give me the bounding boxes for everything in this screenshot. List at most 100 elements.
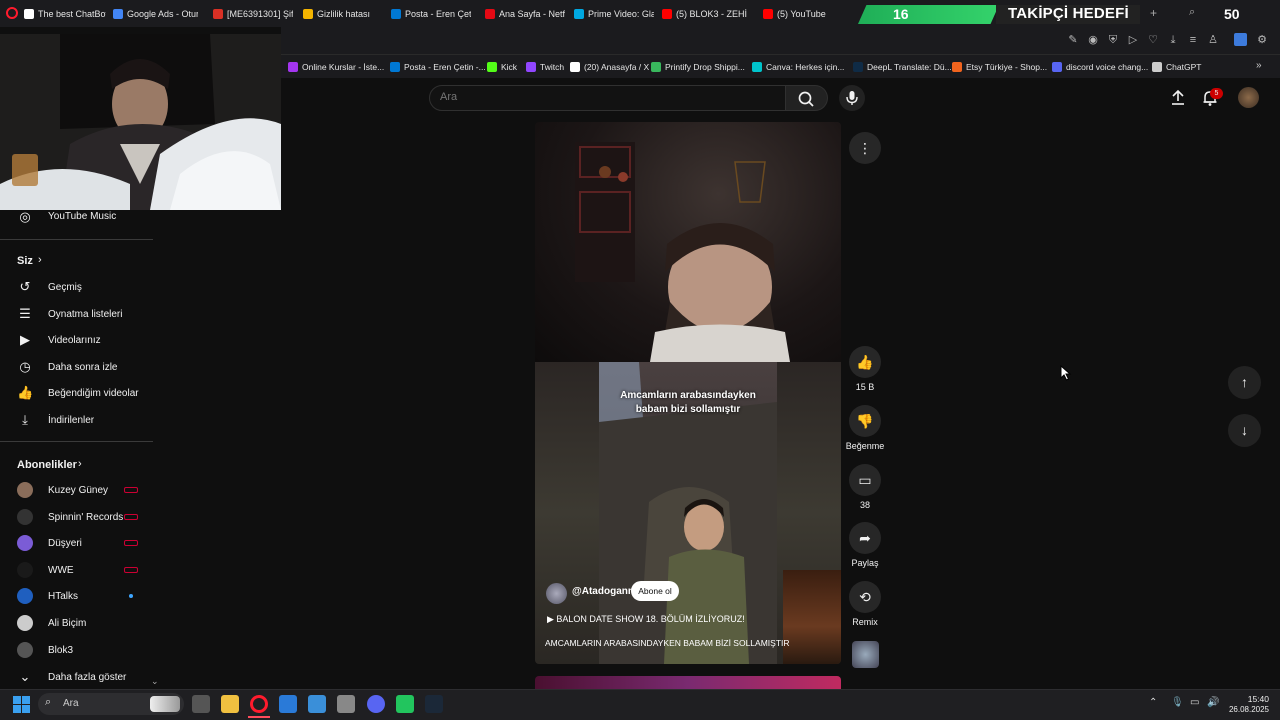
short-video-player[interactable]: Amcamların arabasındayken babam bizi sol… bbox=[535, 122, 841, 664]
tab[interactable]: Ana Sayfa - Netflix bbox=[485, 4, 565, 23]
sidebar-item[interactable]: ⤓ İndirilenler bbox=[0, 408, 160, 432]
sidebar-heading-you[interactable]: Siz › bbox=[0, 252, 160, 270]
bookmark[interactable]: discord voice chang... bbox=[1052, 60, 1148, 73]
show-hidden-icons-icon[interactable]: ⌃ bbox=[1149, 697, 1157, 708]
bookmark[interactable]: Online Kurslar - İste... bbox=[288, 60, 384, 73]
tab[interactable]: (5) YouTube bbox=[763, 4, 833, 23]
next-short-button[interactable]: ↓ bbox=[1228, 414, 1261, 447]
subscription-item[interactable]: Ali Biçim bbox=[0, 611, 160, 635]
bookmark[interactable]: Posta - Eren Çetin -... bbox=[390, 60, 486, 73]
windows-start-icon[interactable] bbox=[13, 696, 30, 713]
bookmark[interactable]: Printify Drop Shippi... bbox=[651, 60, 745, 73]
taskbar-search[interactable]: ⌕ Ara bbox=[38, 693, 184, 715]
sidebar-item-label: Beğendiğim videolar bbox=[48, 388, 139, 400]
sidebar-item[interactable]: 👍 Beğendiğim videolar bbox=[0, 381, 160, 405]
channel-handle[interactable]: @Atadogann bbox=[572, 586, 634, 597]
voice-search-button[interactable] bbox=[839, 85, 865, 111]
shield-icon[interactable]: ⛨ bbox=[1107, 34, 1119, 46]
bookmark[interactable]: Kick bbox=[487, 60, 517, 73]
channel-avatar[interactable] bbox=[546, 583, 567, 604]
microsoft-store-icon[interactable] bbox=[279, 695, 297, 713]
bookmark[interactable]: (20) Anasayfa / X bbox=[570, 60, 649, 73]
sidebar-item[interactable]: ◷ Daha sonra izle bbox=[0, 355, 160, 379]
next-short-preview[interactable] bbox=[535, 676, 841, 689]
sidebar-heading-subscriptions[interactable]: Abonelikler › bbox=[0, 455, 160, 473]
file-explorer-icon[interactable] bbox=[221, 695, 239, 713]
tab[interactable]: Posta - Eren Çetin bbox=[391, 4, 471, 23]
subscription-item[interactable]: WWE bbox=[0, 558, 160, 582]
live-indicator-icon bbox=[124, 487, 138, 493]
search-button[interactable] bbox=[786, 85, 828, 111]
tab[interactable]: [ME6391301] Şifre bbox=[213, 4, 293, 23]
bookmark[interactable]: Etsy Türkiye - Shop... bbox=[952, 60, 1047, 73]
sidebar-item[interactable]: ↺ Geçmiş bbox=[0, 275, 160, 299]
arrow-up-icon: ↑ bbox=[1241, 374, 1248, 390]
comments-button[interactable]: ▭ bbox=[849, 464, 881, 496]
subscription-label: Kuzey Güney bbox=[48, 485, 109, 496]
streaming-app-icon[interactable] bbox=[396, 695, 414, 713]
search-input[interactable] bbox=[440, 91, 760, 103]
search-icon bbox=[798, 91, 814, 107]
create-upload-button[interactable] bbox=[1168, 88, 1188, 108]
steam-icon[interactable] bbox=[425, 695, 443, 713]
heart-icon[interactable]: ♡ bbox=[1147, 34, 1159, 46]
previous-short-button[interactable]: ↑ bbox=[1228, 366, 1261, 399]
opera-taskbar-icon[interactable] bbox=[250, 695, 268, 713]
discord-icon[interactable] bbox=[367, 695, 385, 713]
download-icon[interactable]: ⤓ bbox=[1167, 34, 1179, 46]
bookmark[interactable]: Twitch bbox=[526, 60, 564, 73]
sidebar-item[interactable]: ▶ Videolarınız bbox=[0, 328, 160, 352]
tab-label: (5) YouTube bbox=[777, 8, 826, 19]
more-options-button[interactable]: ⋮ bbox=[849, 132, 881, 164]
settings-icon[interactable]: ⚙ bbox=[1256, 34, 1268, 46]
clock-date[interactable]: 26.08.2025 bbox=[1219, 705, 1269, 714]
sidebar-item[interactable]: ☰ Oynatma listeleri bbox=[0, 302, 160, 326]
subscription-item[interactable]: Spinnin' Records bbox=[0, 505, 160, 529]
app-icon[interactable] bbox=[308, 695, 326, 713]
share-button[interactable]: ➦ bbox=[849, 522, 881, 554]
tab[interactable]: Prime Video: Glady bbox=[574, 4, 654, 23]
subscription-item[interactable]: Blok3 bbox=[0, 638, 160, 662]
tab[interactable]: The best ChatBot a bbox=[24, 4, 106, 23]
extension-icon[interactable] bbox=[1234, 33, 1247, 46]
task-view-icon[interactable] bbox=[192, 695, 210, 713]
bookmark[interactable]: DeepL Translate: Dü... bbox=[853, 60, 952, 73]
edit-icon[interactable]: ✎ bbox=[1067, 34, 1079, 46]
tab[interactable]: Gizlilik hatası bbox=[303, 4, 383, 23]
sidebar-heading-label: Siz bbox=[17, 255, 33, 267]
scroll-down-arrow-icon[interactable]: ⌄ bbox=[151, 676, 159, 687]
settings-app-icon[interactable] bbox=[337, 695, 355, 713]
opera-logo-icon[interactable] bbox=[6, 7, 18, 19]
subscribe-button[interactable]: Abone ol bbox=[631, 581, 679, 601]
menu-icon[interactable]: ≡ bbox=[1187, 34, 1199, 46]
video-title[interactable]: ▶ BALON DATE SHOW 18. BÖLÜM İZLİYORUZ! bbox=[547, 614, 745, 625]
account-avatar[interactable] bbox=[1238, 87, 1259, 108]
bookmark-label: Etsy Türkiye - Shop... bbox=[966, 61, 1048, 72]
sound-thumbnail[interactable] bbox=[852, 641, 879, 668]
more-bookmarks-icon[interactable]: » bbox=[1256, 60, 1262, 71]
remix-button[interactable]: ⟲ bbox=[849, 581, 881, 613]
comment-count: 38 bbox=[859, 500, 870, 510]
volume-icon[interactable]: 🔊 bbox=[1207, 697, 1219, 708]
play-icon[interactable]: ▷ bbox=[1127, 34, 1139, 46]
clock-time[interactable]: 15:40 bbox=[1225, 694, 1269, 704]
camera-icon[interactable]: ◉ bbox=[1087, 34, 1099, 46]
like-button[interactable]: 👍 bbox=[849, 346, 881, 378]
bookmark[interactable]: Canva: Herkes için... bbox=[752, 60, 844, 73]
search-tabs-icon[interactable]: ⌕ bbox=[1189, 6, 1195, 19]
sidebar-show-more[interactable]: ⌄ Daha fazla göster bbox=[0, 665, 160, 689]
bookmark[interactable]: ChatGPT bbox=[1152, 60, 1201, 73]
network-icon[interactable]: ▭ bbox=[1190, 697, 1199, 708]
sidebar-item-youtube-music[interactable]: ◎ YouTube Music bbox=[0, 205, 160, 229]
tab[interactable]: Google Ads - Otura bbox=[113, 4, 198, 23]
video-description[interactable]: AMCAMLARIN ARABASINDAYKEN BABAM BİZİ SOL… bbox=[545, 638, 790, 648]
profile-icon[interactable]: ♙ bbox=[1207, 34, 1219, 46]
dislike-button[interactable]: 👎 bbox=[849, 405, 881, 437]
subscription-item[interactable]: HTalks bbox=[0, 584, 160, 608]
subscription-item[interactable]: Düşyeri bbox=[0, 531, 160, 555]
microphone-tray-icon[interactable]: 🎙 bbox=[1171, 697, 1184, 708]
new-tab-icon[interactable]: + bbox=[1150, 6, 1157, 20]
subscription-item[interactable]: Kuzey Güney bbox=[0, 478, 160, 502]
bookmark-favicon-icon bbox=[288, 61, 298, 72]
tab[interactable]: (5) BLOK3 - ZEHİRL bbox=[662, 4, 747, 23]
